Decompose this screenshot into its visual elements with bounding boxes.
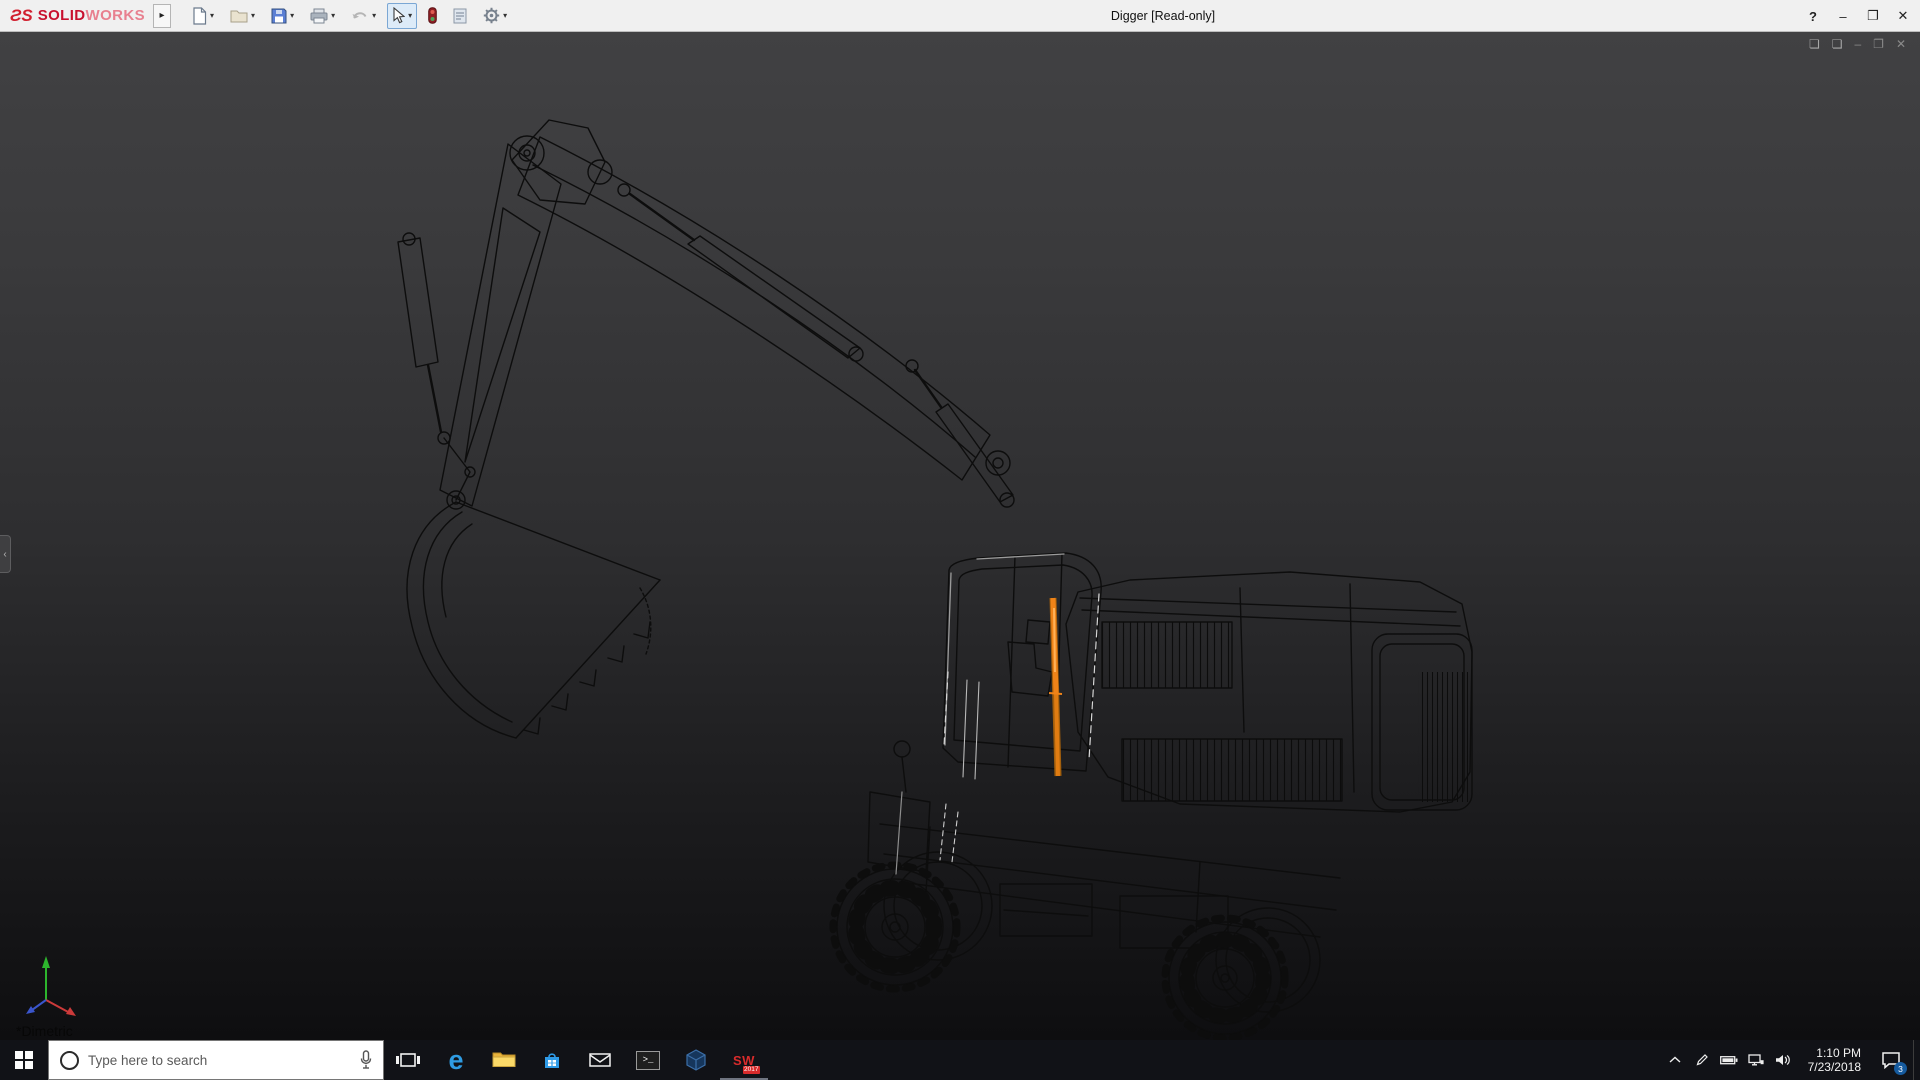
new-document-button[interactable]: ▾ xyxy=(187,3,219,29)
store-button[interactable] xyxy=(528,1040,576,1080)
taskbar-clock[interactable]: 1:10 PM 7/23/2018 xyxy=(1799,1040,1869,1080)
print-icon xyxy=(310,8,328,24)
task-view-icon xyxy=(396,1051,420,1069)
mail-button[interactable] xyxy=(576,1040,624,1080)
save-floppy-icon xyxy=(271,8,287,24)
file-properties-icon xyxy=(453,8,467,24)
tray-overflow-chevron-icon[interactable] xyxy=(1665,1056,1685,1064)
menu-flyout-arrow[interactable]: ▸ xyxy=(153,4,171,28)
orientation-triad xyxy=(16,950,88,1016)
options-gear-icon xyxy=(483,7,500,24)
minimize-button[interactable]: – xyxy=(1828,0,1858,32)
windows-logo-icon xyxy=(15,1051,33,1069)
options-button[interactable]: ▾ xyxy=(478,3,512,29)
network-icon[interactable] xyxy=(1746,1054,1766,1066)
taskbar: e >_ SW 2017 xyxy=(0,1040,1920,1080)
dassault-logo-icon: ƧS xyxy=(10,6,33,26)
windows-ink-pen-icon[interactable] xyxy=(1692,1053,1712,1067)
taskbar-search[interactable] xyxy=(48,1040,384,1080)
search-input[interactable] xyxy=(88,1053,349,1068)
edge-browser-button[interactable]: e xyxy=(432,1040,480,1080)
window-controls: ? – ❐ ✕ xyxy=(1798,0,1918,32)
notification-badge: 3 xyxy=(1894,1062,1907,1075)
rebuild-button[interactable] xyxy=(423,3,442,29)
select-dropdown-chevron[interactable]: ▾ xyxy=(408,11,412,20)
highlight-edges xyxy=(896,554,1099,874)
graphics-viewport[interactable]: ❏ ❏ – ❐ ✕ ‹ *Dimetric xyxy=(0,32,1920,1040)
doc-minimize-button[interactable]: – xyxy=(1854,37,1861,51)
print-button[interactable]: ▾ xyxy=(305,3,340,29)
action-center-button[interactable]: 3 xyxy=(1869,1040,1913,1080)
select-cursor-icon xyxy=(392,7,405,24)
solidworks-2017-icon: SW 2017 xyxy=(729,1046,759,1074)
file-explorer-button[interactable] xyxy=(480,1040,528,1080)
clock-time: 1:10 PM xyxy=(1816,1046,1861,1060)
file-properties-button[interactable] xyxy=(448,3,472,29)
battery-icon[interactable] xyxy=(1719,1055,1739,1065)
titlebar: ƧS SOLIDWORKS ▸ ▾ ▾ ▾ ▾ ▾ ▾ xyxy=(0,0,1920,32)
command-prompt-button[interactable]: >_ xyxy=(624,1040,672,1080)
viewport-pane-icon-2[interactable]: ❏ xyxy=(1832,37,1843,51)
doc-close-button[interactable]: ✕ xyxy=(1896,37,1906,51)
open-dropdown-chevron[interactable]: ▾ xyxy=(251,11,255,20)
undo-icon xyxy=(351,9,369,23)
store-icon xyxy=(542,1050,562,1070)
edrawings-cube-icon xyxy=(685,1049,707,1071)
taskbar-spacer xyxy=(768,1040,1659,1080)
save-button[interactable]: ▾ xyxy=(266,3,299,29)
microphone-icon[interactable] xyxy=(349,1050,383,1070)
new-dropdown-chevron[interactable]: ▾ xyxy=(210,11,214,20)
brand-solid: SOLID xyxy=(38,7,86,24)
start-button[interactable] xyxy=(0,1040,48,1080)
undo-dropdown-chevron[interactable]: ▾ xyxy=(372,11,376,20)
show-desktop-button[interactable] xyxy=(1913,1040,1920,1080)
mail-icon xyxy=(589,1052,611,1068)
rebuild-traffic-light-icon xyxy=(428,7,437,24)
options-dropdown-chevron[interactable]: ▾ xyxy=(503,11,507,20)
excavator-wireframe xyxy=(398,120,1472,1038)
select-tool-button[interactable]: ▾ xyxy=(387,3,417,29)
file-explorer-icon xyxy=(492,1051,516,1069)
viewport-pane-icon[interactable]: ❏ xyxy=(1809,37,1820,51)
undo-button[interactable]: ▾ xyxy=(346,3,381,29)
solidworks-app-button[interactable]: SW 2017 xyxy=(720,1040,768,1080)
save-dropdown-chevron[interactable]: ▾ xyxy=(290,11,294,20)
new-document-icon xyxy=(192,7,207,25)
open-button[interactable]: ▾ xyxy=(225,3,260,29)
open-folder-icon xyxy=(230,9,248,23)
feature-manager-collapse-tab[interactable]: ‹ xyxy=(0,535,11,573)
quick-access-toolbar: ▾ ▾ ▾ ▾ ▾ ▾ ▾ xyxy=(187,3,518,29)
doc-restore-button[interactable]: ❐ xyxy=(1873,37,1884,51)
solidworks-logo: ƧS SOLIDWORKS xyxy=(0,6,151,26)
document-window-controls: ❏ ❏ – ❐ ✕ xyxy=(1809,37,1906,51)
volume-icon[interactable] xyxy=(1773,1054,1793,1066)
document-title: Digger [Read-only] xyxy=(1111,9,1215,23)
view-orientation-label: *Dimetric xyxy=(16,1023,73,1039)
model-canvas[interactable] xyxy=(0,32,1920,1040)
edrawings-button[interactable] xyxy=(672,1040,720,1080)
clock-date: 7/23/2018 xyxy=(1808,1060,1861,1074)
edge-icon: e xyxy=(448,1047,463,1074)
system-tray xyxy=(1659,1040,1799,1080)
help-button[interactable]: ? xyxy=(1798,0,1828,32)
print-dropdown-chevron[interactable]: ▾ xyxy=(331,11,335,20)
restore-button[interactable]: ❐ xyxy=(1858,0,1888,32)
close-button[interactable]: ✕ xyxy=(1888,0,1918,32)
cortana-icon xyxy=(60,1051,79,1070)
task-view-button[interactable] xyxy=(384,1040,432,1080)
command-prompt-icon: >_ xyxy=(636,1051,660,1070)
brand-works: WORKS xyxy=(86,7,146,24)
